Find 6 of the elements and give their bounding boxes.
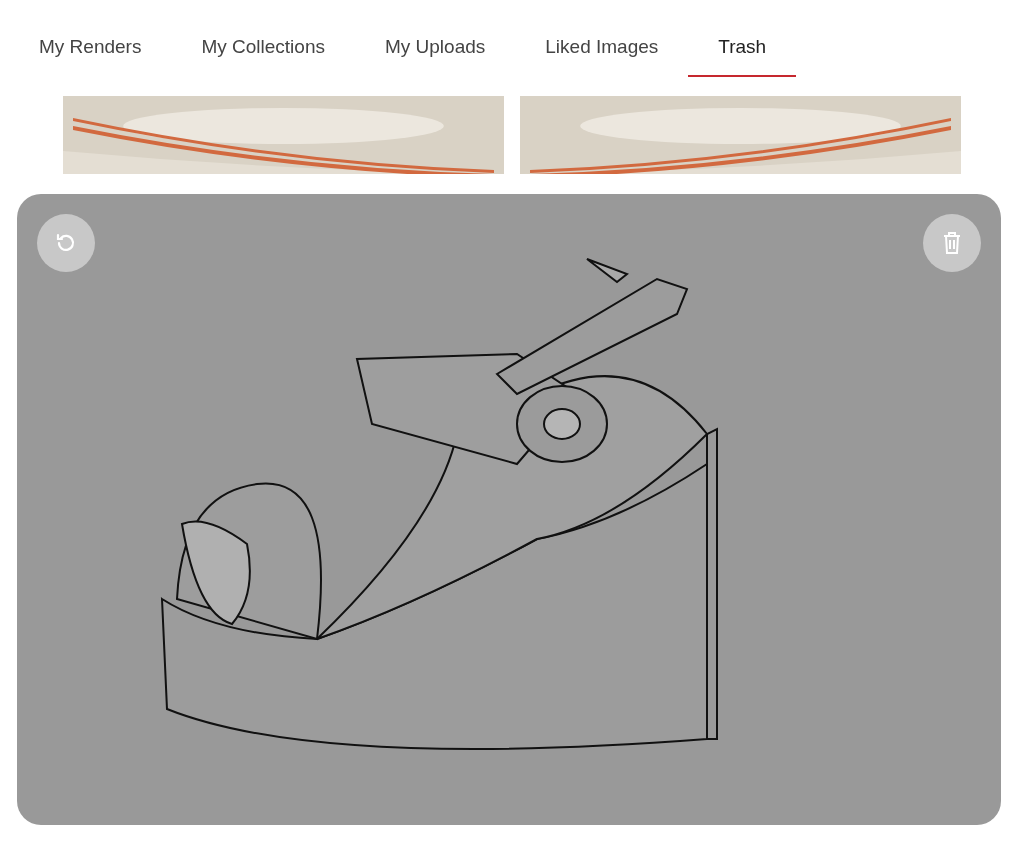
tab[interactable]: My Uploads <box>354 32 516 77</box>
trash-icon <box>941 231 963 255</box>
tab[interactable]: Liked Images <box>515 32 689 77</box>
tab[interactable]: My Renders <box>9 32 172 77</box>
tab[interactable]: Trash <box>688 32 797 77</box>
tab[interactable]: My Collections <box>171 32 355 77</box>
